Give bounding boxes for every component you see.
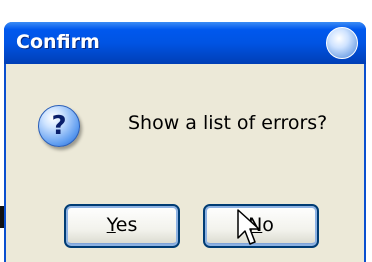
no-label-rest: o [262, 214, 274, 236]
confirm-dialog: Confirm ? Show a list of errors? Yes No [4, 22, 366, 262]
mouse-cursor-icon [237, 209, 260, 245]
dialog-title: Confirm [16, 31, 100, 53]
yes-label-rest: es [115, 214, 138, 236]
yes-button[interactable]: Yes [64, 204, 180, 248]
dialog-titlebar[interactable]: Confirm [4, 22, 366, 64]
yes-mnemonic: Y [106, 214, 116, 236]
question-icon: ? [38, 105, 80, 147]
titlebar-button-icon[interactable] [326, 27, 358, 59]
dialog-message: Show a list of errors? [128, 112, 328, 134]
